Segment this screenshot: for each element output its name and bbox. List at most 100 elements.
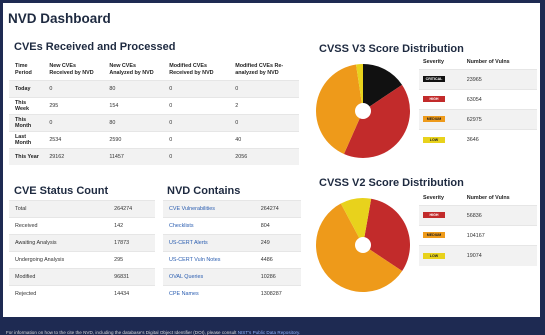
table-row: HIGH 56836 (419, 205, 537, 226)
footer-citation: For information on how to the cite the N… (6, 330, 300, 335)
contains-link[interactable]: OVAL Queries (169, 274, 203, 280)
table-row: US-CERT Vuln Notes 4486 (163, 251, 301, 269)
vuln-count-cell: 19074 (462, 245, 537, 266)
contains-link[interactable]: CPE Names (169, 291, 199, 297)
count-cell: 2534 (43, 130, 104, 148)
v3-severity-header: Severity (423, 59, 444, 65)
count-cell: 0 (163, 79, 230, 97)
severity-badge: CRITICAL (423, 76, 445, 83)
vuln-count-cell: 104167 (462, 225, 537, 246)
vuln-count-cell: 23965 (462, 69, 537, 90)
contains-value-cell: 249 (254, 234, 301, 252)
cves-col-header: New CVEs Received by NVD (49, 62, 94, 76)
contains-value-cell: 10286 (254, 268, 301, 286)
count-cell: 80 (103, 113, 164, 131)
status-value-cell: 14434 (108, 285, 155, 303)
table-row: Rejected 14434 (9, 285, 155, 303)
status-label-cell: Undergoing Analysis (9, 251, 109, 269)
table-row: Checklists 804 (163, 217, 301, 235)
count-cell: 0 (163, 113, 230, 131)
dashboard-panel: NVD Dashboard CVEs Received and Processe… (3, 3, 540, 317)
contains-value-cell: 4486 (254, 251, 301, 269)
severity-badge: HIGH (423, 212, 445, 219)
count-cell: 295 (43, 96, 104, 114)
vuln-count-cell: 62975 (462, 109, 537, 130)
contains-link[interactable]: CVE Vulnerabilities (169, 206, 215, 212)
table-row: This Week 295 154 0 2 (9, 96, 299, 114)
status-label-cell: Awaiting Analysis (9, 234, 109, 252)
cves-section-title: CVEs Received and Processed (14, 41, 176, 53)
contains-label-cell: Checklists (163, 217, 255, 235)
table-row: LOW 19074 (419, 245, 537, 266)
table-row: MEDIUM 62975 (419, 109, 537, 130)
status-value-cell: 96831 (108, 268, 155, 286)
table-row: HIGH 63054 (419, 89, 537, 110)
table-row: This Month 0 80 0 0 (9, 113, 299, 131)
contains-label-cell: US-CERT Vuln Notes (163, 251, 255, 269)
table-row: Last Month 2534 2590 0 40 (9, 130, 299, 148)
table-row: MEDIUM 104167 (419, 225, 537, 246)
severity-badge: MEDIUM (423, 116, 445, 123)
contains-label-cell: OVAL Queries (163, 268, 255, 286)
table-row: Undergoing Analysis 295 (9, 251, 155, 269)
contains-label-cell: CVE Vulnerabilities (163, 200, 255, 218)
status-label-cell: Total (9, 200, 109, 218)
count-cell: 29162 (43, 147, 104, 165)
table-row: Total 264274 (9, 200, 155, 218)
severity-cell: MEDIUM (419, 225, 463, 246)
status-label-cell: Rejected (9, 285, 109, 303)
time-period-cell: Today (9, 79, 44, 97)
status-value-cell: 142 (108, 217, 155, 235)
table-row: US-CERT Alerts 249 (163, 234, 301, 252)
count-cell: 40 (229, 130, 299, 148)
status-value-cell: 17873 (108, 234, 155, 252)
table-row: Awaiting Analysis 17873 (9, 234, 155, 252)
status-section-title: CVE Status Count (14, 185, 109, 197)
contains-link[interactable]: US-CERT Alerts (169, 240, 208, 246)
cves-col-header: Modified CVEs Received by NVD (169, 62, 214, 76)
count-cell: 80 (103, 79, 164, 97)
vuln-count-cell: 3646 (462, 129, 537, 150)
table-row: CPE Names 1308287 (163, 285, 301, 303)
time-period-cell: Last Month (9, 130, 44, 148)
count-cell: 0 (229, 113, 299, 131)
pie-center-hole (355, 237, 371, 253)
status-label-cell: Received (9, 217, 109, 235)
contains-link[interactable]: US-CERT Vuln Notes (169, 257, 220, 263)
severity-badge: LOW (423, 252, 445, 259)
v3-pie-chart (316, 64, 410, 158)
severity-cell: HIGH (419, 89, 463, 110)
table-row: CRITICAL 23965 (419, 69, 537, 90)
table-row: Today 0 80 0 0 (9, 79, 299, 97)
v2-pie-chart (315, 198, 410, 292)
count-cell: 0 (43, 79, 104, 97)
severity-badge: MEDIUM (423, 232, 445, 239)
count-cell: 0 (163, 147, 230, 165)
pie-center-hole (355, 103, 371, 119)
severity-cell: LOW (419, 245, 463, 266)
contains-value-cell: 804 (254, 217, 301, 235)
public-data-repository-link[interactable]: NIST's Public Data Repository. (238, 330, 301, 335)
time-period-cell: This Week (9, 96, 44, 114)
contains-link[interactable]: Checklists (169, 223, 194, 229)
count-cell: 2 (229, 96, 299, 114)
contains-value-cell: 1308287 (254, 285, 301, 303)
count-cell: 0 (43, 113, 104, 131)
severity-badge: LOW (423, 136, 445, 143)
v2-count-header: Number of Vulns (466, 195, 510, 201)
vuln-count-cell: 56836 (462, 205, 537, 226)
severity-cell: CRITICAL (419, 69, 463, 90)
table-row: CVE Vulnerabilities 264274 (163, 200, 301, 218)
vuln-count-cell: 63054 (462, 89, 537, 110)
status-value-cell: 295 (108, 251, 155, 269)
status-value-cell: 264274 (108, 200, 155, 218)
count-cell: 0 (163, 130, 230, 148)
severity-cell: LOW (419, 129, 463, 150)
count-cell: 2056 (229, 147, 299, 165)
status-table: Total 264274 Received 142 Awaiting Analysis 1… (9, 200, 155, 303)
footer-text: For information on how to the cite the N… (6, 330, 238, 335)
contains-table: CVE Vulnerabilities 264274 Checklists 804 US… (163, 200, 301, 303)
severity-cell: HIGH (419, 205, 463, 226)
v3-section-title: CVSS V3 Score Distribution (319, 43, 464, 55)
count-cell: 11457 (103, 147, 164, 165)
